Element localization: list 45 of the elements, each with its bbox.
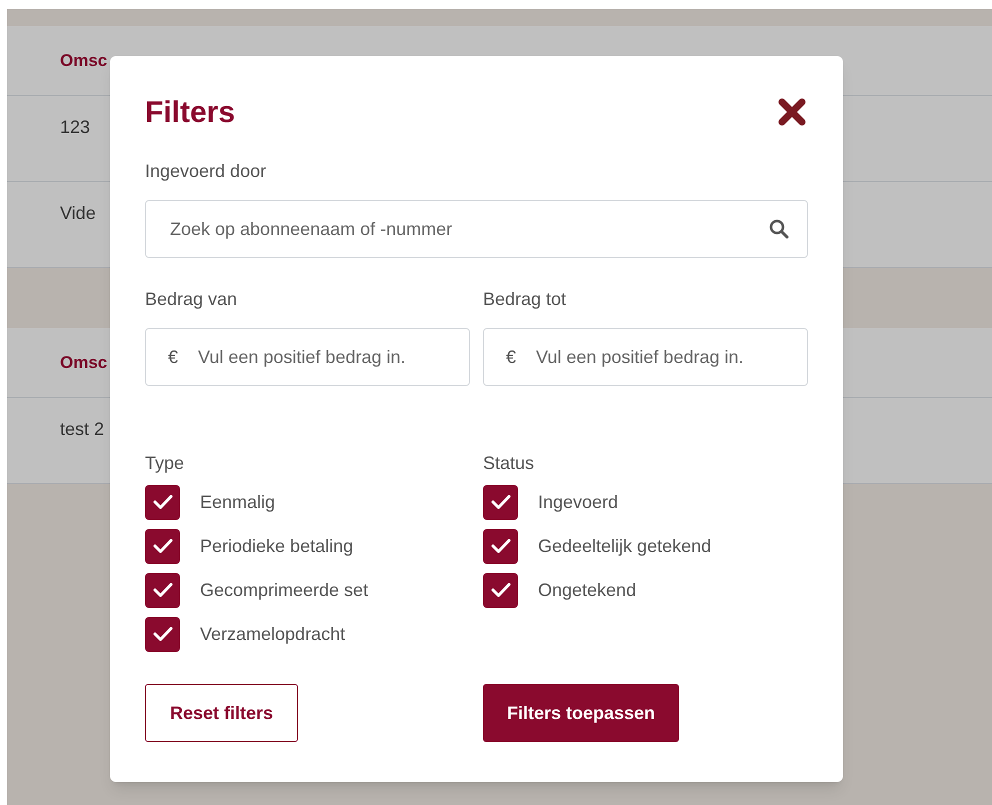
table-cell: 123 [60,117,90,137]
checkmark-icon [152,582,172,598]
search-icon [769,219,789,239]
close-icon [778,98,806,126]
checkbox[interactable] [483,484,518,520]
group-label: Type [145,452,186,475]
table-cell: Vide [60,203,96,223]
checkmark-icon [490,538,510,554]
checkbox-label: Periodieke betaling [200,534,354,558]
amount-to-field[interactable]: € Vul een positief bedrag in. [483,328,808,386]
checkbox-label: Ongetekend [538,578,636,602]
checkbox[interactable] [145,484,180,520]
amount-input[interactable]: Vul een positief bedrag in. [198,344,469,370]
column-header: Omsc [60,50,108,72]
reset-button[interactable]: Reset filters [145,684,298,742]
checkbox[interactable] [483,528,518,564]
checkmark-icon [152,538,172,554]
checkbox-label: Eenmalig [200,490,276,514]
checkmark-icon [490,494,510,510]
checkbox-label: Gedeeltelijk getekend [538,534,712,558]
checkbox[interactable] [483,572,518,608]
field-label: Ingevoerd door [145,160,268,183]
checkbox-label: Verzamelopdracht [200,622,346,646]
apply-button[interactable]: Filters toepassen [483,684,680,742]
close-button[interactable] [777,97,807,127]
amount-from-field[interactable]: € Vul een positief bedrag in. [145,328,470,386]
column-header: Omsc [60,352,108,374]
dialog-title: Filters [145,94,236,130]
checkbox[interactable] [145,616,180,652]
search-input[interactable]: Zoek op abonneenaam of -nummer [170,216,769,242]
table-cell: test 2 [60,419,104,439]
field-label: Bedrag tot [483,288,568,311]
checkmark-icon [490,582,510,598]
checkbox[interactable] [145,528,180,564]
euro-sign: € [506,346,516,368]
field-label: Bedrag van [145,288,238,311]
checkbox-label: Ingevoerd [538,490,618,514]
checkbox-label: Gecomprimeerde set [200,578,368,602]
search-field[interactable]: Zoek op abonneenaam of -nummer [145,200,808,258]
amount-input[interactable]: Vul een positief bedrag in. [536,344,807,370]
checkmark-icon [152,626,172,642]
euro-sign: € [168,346,178,368]
checkmark-icon [152,494,172,510]
checkbox[interactable] [145,572,180,608]
group-label: Status [483,452,536,475]
